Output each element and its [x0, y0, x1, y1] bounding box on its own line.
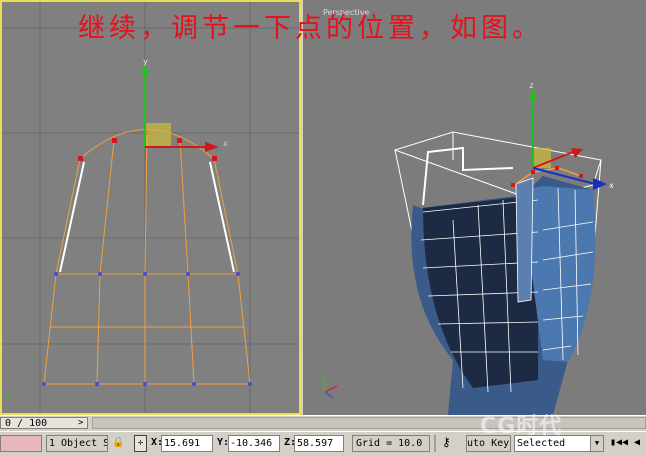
- y-label: Y:: [217, 437, 227, 448]
- front-viewport-canvas: y x y: [2, 2, 299, 413]
- divider: [434, 435, 436, 452]
- z-coordinate-field[interactable]: 58.597: [294, 435, 344, 452]
- previous-frame-button[interactable]: ◀: [628, 435, 646, 452]
- axis-tripod-icon: [324, 374, 338, 399]
- svg-text:x: x: [609, 181, 614, 190]
- svg-text:y: y: [143, 57, 148, 66]
- key-icon[interactable]: ⚷: [442, 435, 462, 452]
- lock-icon[interactable]: 🔒: [112, 435, 124, 452]
- svg-text:z: z: [529, 81, 534, 90]
- x-coordinate-field[interactable]: 15.691: [161, 435, 213, 452]
- watermark: CG时代: [480, 414, 563, 439]
- svg-text:x: x: [223, 139, 228, 148]
- z-label: Z:: [284, 437, 294, 448]
- y-coordinate-field[interactable]: -10.346: [228, 435, 280, 452]
- x-label: X:: [151, 437, 161, 448]
- time-slider-track[interactable]: [92, 417, 646, 429]
- perspective-viewport-canvas: z x: [324, 81, 614, 415]
- chevron-down-icon[interactable]: ▼: [590, 436, 603, 451]
- perspective-viewport[interactable]: Perspective z x: [303, 0, 646, 415]
- gizmo-icon[interactable]: y x: [141, 57, 228, 152]
- gizmo-icon[interactable]: z x: [529, 81, 614, 190]
- axis-tripod-icon: y: [6, 391, 12, 401]
- time-slider-frame[interactable]: 0 / 100: [0, 417, 88, 429]
- front-viewport[interactable]: y x y: [0, 0, 301, 415]
- maxscript-listener-mini[interactable]: [0, 435, 42, 452]
- selection-count: 1 Object S: [46, 435, 108, 452]
- absolute-mode-toggle[interactable]: ✛: [134, 435, 147, 452]
- grid-size: Grid = 10.0: [352, 435, 430, 452]
- go-to-start-button[interactable]: ▮◀◀: [610, 435, 628, 452]
- time-slider-next-button[interactable]: >: [78, 418, 83, 428]
- tutorial-caption: 继续，调节一下点的位置，如图。: [78, 13, 543, 44]
